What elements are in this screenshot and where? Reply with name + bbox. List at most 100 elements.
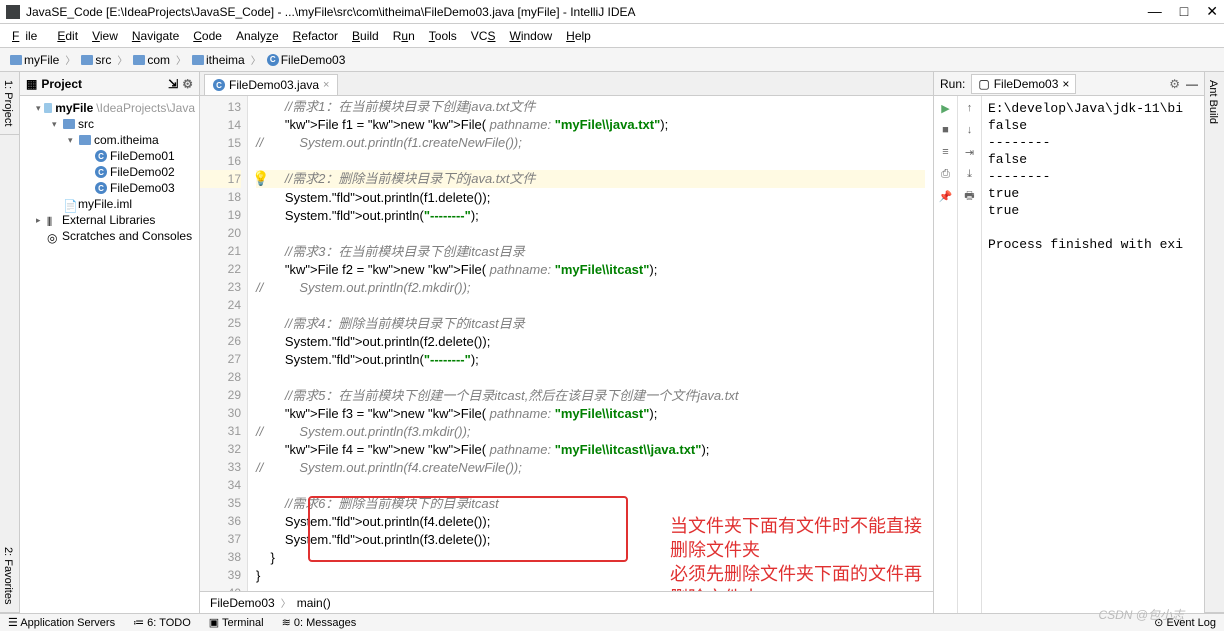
tool-favorites-tab[interactable]: 2: Favorites: [0, 539, 19, 613]
crumb-src[interactable]: src: [77, 53, 115, 67]
close-icon[interactable]: ×: [1062, 77, 1069, 91]
tree-label: External Libraries: [62, 213, 155, 227]
layout-icon[interactable]: ≡: [938, 144, 954, 160]
tree-item[interactable]: ◎Scratches and Consoles: [20, 228, 199, 244]
close-tab-icon[interactable]: ×: [323, 79, 329, 91]
gear-icon[interactable]: ⚙: [1169, 77, 1180, 91]
tree-label: FileDemo01: [110, 149, 175, 163]
minimize-button[interactable]: —: [1148, 3, 1162, 20]
tree-arrow-icon: ▾: [52, 119, 60, 130]
menu-view[interactable]: View: [86, 27, 124, 45]
crumb-class[interactable]: FileDemo03: [210, 596, 275, 610]
menu-help[interactable]: Help: [560, 27, 597, 45]
watermark: CSDN @包小志: [1098, 606, 1184, 623]
chevron-right-icon: 〉: [176, 52, 186, 67]
down-icon[interactable]: ↓: [962, 122, 978, 138]
menu-vcs[interactable]: VCS: [465, 27, 502, 45]
status-app-servers[interactable]: ☰ Application Servers: [8, 616, 115, 629]
editor-tab-label: FileDemo03.java: [229, 78, 319, 92]
menu-refactor[interactable]: Refactor: [287, 27, 344, 45]
folder-icon: [133, 55, 145, 65]
maximize-button[interactable]: □: [1180, 3, 1188, 20]
crumb-myfile[interactable]: myFile: [6, 53, 63, 67]
title-bar: JavaSE_Code [E:\IdeaProjects\JavaSE_Code…: [0, 0, 1224, 24]
crumb-method[interactable]: main(): [297, 596, 331, 610]
tree-item[interactable]: ▾ com.itheima: [20, 132, 199, 148]
intellij-icon: [6, 5, 20, 19]
menu-edit[interactable]: Edit: [51, 27, 84, 45]
intention-bulb-icon[interactable]: 💡: [252, 170, 269, 187]
tree-item[interactable]: ▾ src: [20, 116, 199, 132]
pin-icon[interactable]: 📌: [938, 188, 954, 204]
class-icon: C: [213, 79, 225, 91]
window-title: JavaSE_Code [E:\IdeaProjects\JavaSE_Code…: [26, 5, 1148, 19]
menu-tools[interactable]: Tools: [423, 27, 463, 45]
project-title: Project: [41, 77, 82, 91]
tree-label: Scratches and Consoles: [62, 229, 192, 243]
close-button[interactable]: ✕: [1206, 3, 1218, 20]
collapse-icon[interactable]: ⇲: [168, 77, 178, 91]
nav-breadcrumb: myFile 〉 src 〉 com 〉 itheima 〉 CFileDemo…: [0, 48, 1224, 72]
editor-body[interactable]: 1314151617181920212223242526272829303132…: [200, 96, 933, 591]
scratch-icon: ◎: [47, 231, 59, 241]
folder-icon: [79, 135, 91, 145]
menu-file[interactable]: File: [6, 27, 49, 45]
menu-analyze[interactable]: Analyze: [230, 27, 285, 45]
status-terminal[interactable]: ▣ Terminal: [209, 616, 264, 629]
wrap-icon[interactable]: ⇥: [962, 144, 978, 160]
menu-bar: File Edit View Navigate Code Analyze Ref…: [0, 24, 1224, 48]
hide-icon[interactable]: —: [1186, 77, 1198, 91]
menu-window[interactable]: Window: [503, 27, 558, 45]
folder-icon: [192, 55, 204, 65]
menu-build[interactable]: Build: [346, 27, 385, 45]
gear-icon[interactable]: ⚙: [182, 77, 193, 91]
project-tree[interactable]: ▾myFile \IdeaProjects\Java▾src▾com.ithei…: [20, 96, 199, 613]
tree-item[interactable]: ▾myFile \IdeaProjects\Java: [20, 100, 199, 116]
tree-item[interactable]: CFileDemo03: [20, 180, 199, 196]
chevron-right-icon: 〉: [251, 52, 261, 67]
tool-ant-tab[interactable]: Ant Build: [1205, 72, 1221, 613]
class-icon: C: [95, 166, 107, 178]
tree-item[interactable]: CFileDemo02: [20, 164, 199, 180]
menu-run[interactable]: Run: [387, 27, 421, 45]
crumb-com[interactable]: com: [129, 53, 174, 67]
status-messages[interactable]: ≋ 0: Messages: [282, 616, 357, 629]
tree-label: FileDemo02: [110, 165, 175, 179]
tree-item[interactable]: ▸⫴External Libraries: [20, 212, 199, 228]
run-label: Run:: [940, 77, 965, 91]
line-gutter: 1314151617181920212223242526272829303132…: [200, 96, 248, 591]
menu-code[interactable]: Code: [187, 27, 228, 45]
crumb-filedemo03[interactable]: CFileDemo03: [263, 53, 350, 67]
tree-arrow-icon: ▾: [68, 135, 76, 146]
tree-label: com.itheima: [94, 133, 159, 147]
dump-icon[interactable]: ⎙: [938, 166, 954, 182]
run-header: Run: ▢ FileDemo03 × ⚙ —: [934, 72, 1204, 96]
crumb-itheima[interactable]: itheima: [188, 53, 249, 67]
project-header: ▦ Project ⇲ ⚙: [20, 72, 199, 96]
class-icon: C: [95, 150, 107, 162]
tool-project-tab[interactable]: 1: Project: [0, 72, 19, 135]
run-output[interactable]: E:\develop\Java\jdk-11\bi false --------…: [982, 96, 1204, 613]
tree-item[interactable]: 📄myFile.iml: [20, 196, 199, 212]
editor-tab-filedemo03[interactable]: C FileDemo03.java ×: [204, 74, 338, 95]
run-tab[interactable]: ▢ FileDemo03 ×: [971, 74, 1076, 94]
run-toolbar-1: ▶ ■ ≡ ⎙ 📌: [934, 96, 958, 613]
module-icon: [44, 103, 52, 113]
left-tool-gutter: 1: Project 2: Favorites: [0, 72, 20, 613]
tree-label: src: [78, 117, 94, 131]
up-icon[interactable]: ↑: [962, 100, 978, 116]
scroll-icon[interactable]: ⤓: [962, 166, 978, 182]
annotation-text: 当文件夹下面有文件时不能直接删除文件夹 必须先删除文件夹下面的文件再删除文件夹: [670, 514, 933, 591]
menu-navigate[interactable]: Navigate: [126, 27, 185, 45]
editor-breadcrumb: FileDemo03 〉 main(): [200, 591, 933, 613]
folder-icon: [81, 55, 93, 65]
rerun-icon[interactable]: ▶: [938, 100, 954, 116]
stop-icon[interactable]: ■: [938, 122, 954, 138]
print-icon[interactable]: 🖶: [962, 188, 978, 204]
tree-arrow-icon: ▸: [36, 215, 44, 226]
tree-item[interactable]: CFileDemo01: [20, 148, 199, 164]
run-panel: Run: ▢ FileDemo03 × ⚙ — ▶ ■ ≡ ⎙ 📌 ↑ ↓ ⇥ …: [934, 72, 1204, 613]
chevron-right-icon: 〉: [117, 52, 127, 67]
folder-icon: [10, 55, 22, 65]
status-todo[interactable]: ≔ 6: TODO: [133, 616, 191, 629]
